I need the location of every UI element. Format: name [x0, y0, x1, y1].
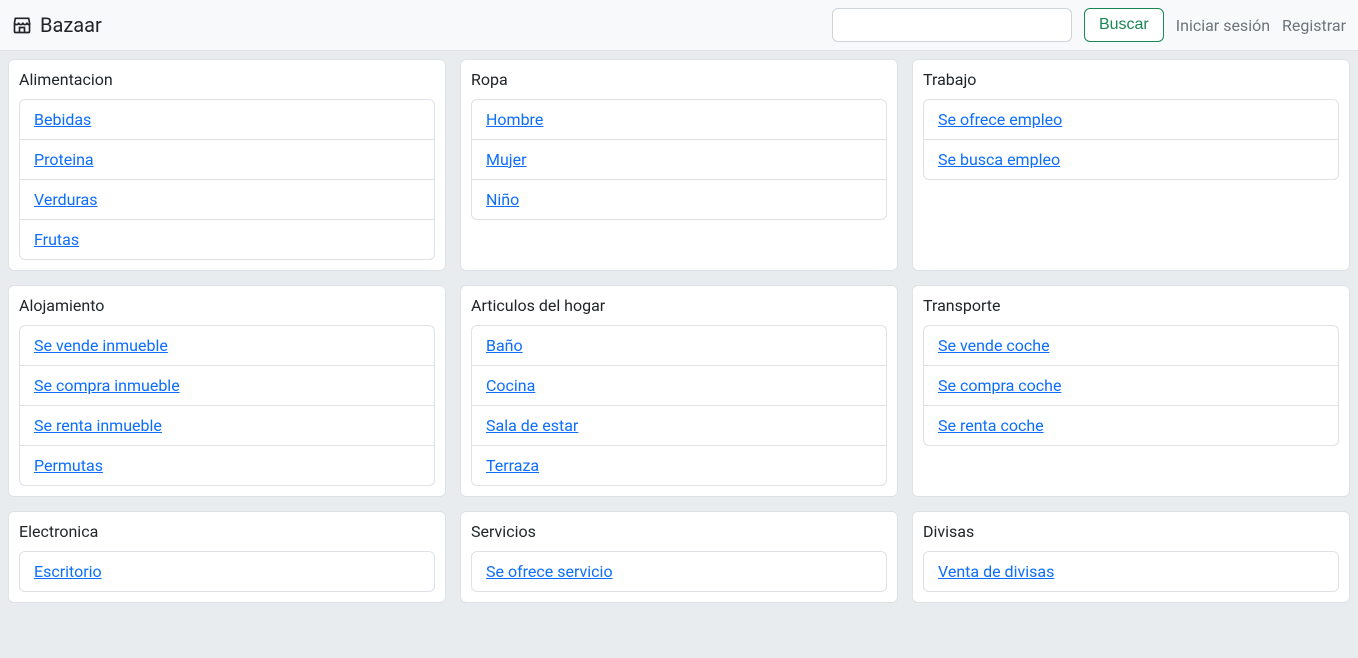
category-card-alojamiento: Alojamiento Se vende inmueble Se compra … [8, 285, 446, 497]
category-link-vende-inmueble[interactable]: Se vende inmueble [34, 336, 168, 355]
list-item: Se renta inmueble [20, 406, 434, 446]
category-link-ofrece-empleo[interactable]: Se ofrece empleo [938, 110, 1062, 129]
category-link-mujer[interactable]: Mujer [486, 150, 527, 169]
list-item: Terraza [472, 446, 886, 485]
category-list: Baño Cocina Sala de estar Terraza [471, 325, 887, 486]
list-item: Se vende inmueble [20, 326, 434, 366]
category-list: Se ofrece servicio [471, 551, 887, 592]
list-item: Verduras [20, 180, 434, 220]
category-link-ofrece-servicio[interactable]: Se ofrece servicio [486, 562, 613, 581]
category-link-permutas[interactable]: Permutas [34, 456, 103, 475]
list-item: Se ofrece empleo [924, 100, 1338, 140]
list-item: Se compra inmueble [20, 366, 434, 406]
category-title: Articulos del hogar [471, 296, 887, 315]
category-title: Alojamiento [19, 296, 435, 315]
category-link-nino[interactable]: Niño [486, 190, 519, 209]
category-card-alimentacion: Alimentacion Bebidas Proteina Verduras F… [8, 59, 446, 271]
category-link-proteina[interactable]: Proteina [34, 150, 94, 169]
list-item: Escritorio [20, 552, 434, 591]
category-list: Se vende inmueble Se compra inmueble Se … [19, 325, 435, 486]
category-card-trabajo: Trabajo Se ofrece empleo Se busca empleo [912, 59, 1350, 271]
category-list: Escritorio [19, 551, 435, 592]
list-item: Niño [472, 180, 886, 219]
search-input[interactable] [832, 8, 1072, 42]
content: Alimentacion Bebidas Proteina Verduras F… [0, 51, 1358, 625]
list-item: Se compra coche [924, 366, 1338, 406]
category-card-transporte: Transporte Se vende coche Se compra coch… [912, 285, 1350, 497]
navbar: Bazaar Buscar Iniciar sesión Registrar [0, 0, 1358, 51]
list-item: Sala de estar [472, 406, 886, 446]
login-link[interactable]: Iniciar sesión [1176, 16, 1270, 35]
category-link-bano[interactable]: Baño [486, 336, 523, 355]
category-link-escritorio[interactable]: Escritorio [34, 562, 102, 581]
category-title: Divisas [923, 522, 1339, 541]
list-item: Frutas [20, 220, 434, 259]
category-link-renta-coche[interactable]: Se renta coche [938, 416, 1044, 435]
search-button[interactable]: Buscar [1084, 8, 1164, 42]
register-link[interactable]: Registrar [1282, 16, 1346, 35]
category-card-divisas: Divisas Venta de divisas [912, 511, 1350, 603]
category-link-compra-coche[interactable]: Se compra coche [938, 376, 1061, 395]
category-title: Ropa [471, 70, 887, 89]
category-card-electronica: Electronica Escritorio [8, 511, 446, 603]
category-link-venta-divisas[interactable]: Venta de divisas [938, 562, 1054, 581]
list-item: Permutas [20, 446, 434, 485]
category-link-hombre[interactable]: Hombre [486, 110, 543, 129]
category-title: Transporte [923, 296, 1339, 315]
category-link-busca-empleo[interactable]: Se busca empleo [938, 150, 1060, 169]
category-link-renta-inmueble[interactable]: Se renta inmueble [34, 416, 162, 435]
category-title: Servicios [471, 522, 887, 541]
category-title: Trabajo [923, 70, 1339, 89]
list-item: Bebidas [20, 100, 434, 140]
category-row-3: Electronica Escritorio Servicios Se ofre… [8, 511, 1350, 603]
category-list: Se ofrece empleo Se busca empleo [923, 99, 1339, 180]
list-item: Se renta coche [924, 406, 1338, 445]
category-title: Alimentacion [19, 70, 435, 89]
nav-right: Buscar Iniciar sesión Registrar [832, 8, 1346, 42]
category-link-terraza[interactable]: Terraza [486, 456, 539, 475]
category-link-verduras[interactable]: Verduras [34, 190, 98, 209]
category-link-sala-estar[interactable]: Sala de estar [486, 416, 578, 435]
list-item: Venta de divisas [924, 552, 1338, 591]
category-link-bebidas[interactable]: Bebidas [34, 110, 91, 129]
list-item: Cocina [472, 366, 886, 406]
category-card-ropa: Ropa Hombre Mujer Niño [460, 59, 898, 271]
category-row-2: Alojamiento Se vende inmueble Se compra … [8, 285, 1350, 497]
list-item: Hombre [472, 100, 886, 140]
category-link-frutas[interactable]: Frutas [34, 230, 79, 249]
list-item: Se vende coche [924, 326, 1338, 366]
brand-text: Bazaar [40, 13, 102, 37]
category-link-compra-inmueble[interactable]: Se compra inmueble [34, 376, 180, 395]
category-row-1: Alimentacion Bebidas Proteina Verduras F… [8, 59, 1350, 271]
store-icon [12, 15, 32, 35]
category-list: Venta de divisas [923, 551, 1339, 592]
category-card-servicios: Servicios Se ofrece servicio [460, 511, 898, 603]
list-item: Mujer [472, 140, 886, 180]
list-item: Proteina [20, 140, 434, 180]
list-item: Se busca empleo [924, 140, 1338, 179]
category-list: Bebidas Proteina Verduras Frutas [19, 99, 435, 260]
category-list: Se vende coche Se compra coche Se renta … [923, 325, 1339, 446]
category-title: Electronica [19, 522, 435, 541]
category-card-articulos-hogar: Articulos del hogar Baño Cocina Sala de … [460, 285, 898, 497]
category-link-vende-coche[interactable]: Se vende coche [938, 336, 1050, 355]
brand[interactable]: Bazaar [12, 13, 102, 37]
list-item: Baño [472, 326, 886, 366]
category-list: Hombre Mujer Niño [471, 99, 887, 220]
list-item: Se ofrece servicio [472, 552, 886, 591]
category-link-cocina[interactable]: Cocina [486, 376, 535, 395]
